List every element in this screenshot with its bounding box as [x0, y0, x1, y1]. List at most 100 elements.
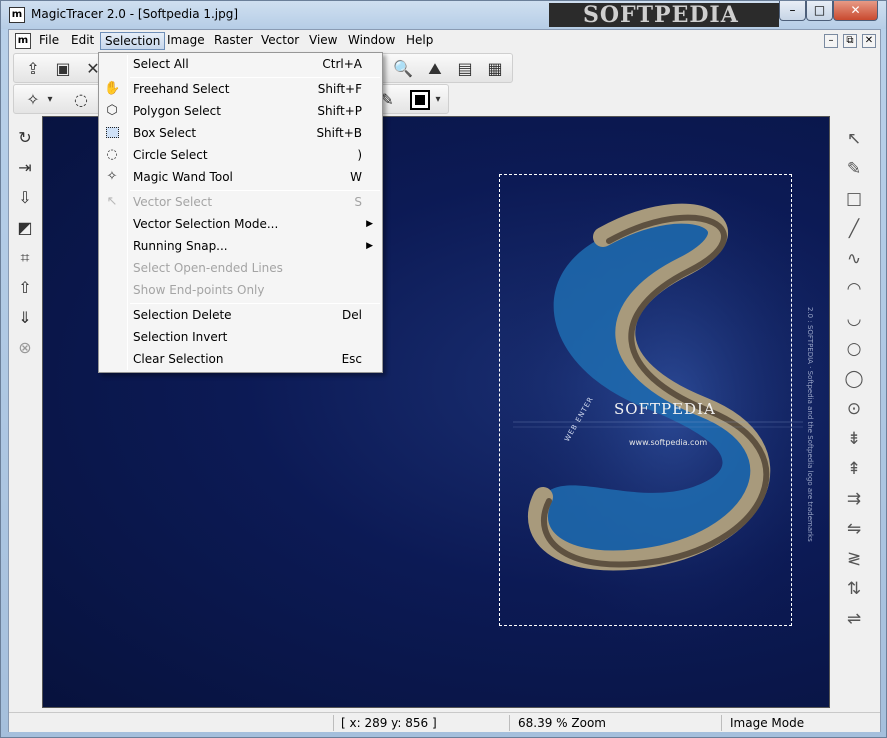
menu-image[interactable]: Image: [163, 32, 209, 50]
menu-item-shortcut: W: [350, 170, 362, 184]
circle-select-icon: ◌: [106, 147, 118, 162]
title-bar[interactable]: m MagicTracer 2.0 - [Softpedia 1.jpg] SO…: [1, 1, 886, 29]
menu-item-show-end-points-only: Show End-points Only: [101, 279, 380, 301]
layers-icon[interactable]: ▤: [454, 58, 476, 80]
menu-item-shortcut: Ctrl+A: [322, 57, 362, 71]
curve-icon[interactable]: ∿: [841, 246, 867, 272]
menu-file[interactable]: File: [35, 32, 63, 50]
fill-icon[interactable]: ◩: [13, 216, 37, 240]
menu-item-circle-select[interactable]: ◌ Circle Select ): [101, 144, 380, 166]
app-icon[interactable]: m: [9, 7, 25, 23]
menu-item-label: Vector Select: [133, 195, 213, 209]
menu-item-polygon-select[interactable]: ⬡ Polygon Select Shift+P: [101, 100, 380, 122]
crop-icon[interactable]: ⌗: [13, 246, 37, 270]
menu-item-box-select[interactable]: Box Select Shift+B: [101, 122, 380, 144]
side-credit-text: 2.0 : SOFTPEDIA · Softpedia and the Soft…: [806, 307, 814, 542]
menu-item-magic-wand-tool[interactable]: ✧ Magic Wand Tool W: [101, 166, 380, 188]
menu-item-shortcut: Del: [342, 308, 362, 322]
grid-icon[interactable]: ▦: [484, 58, 506, 80]
menu-item-label: Circle Select: [133, 148, 208, 162]
menu-item-shortcut: Shift+P: [317, 104, 362, 118]
rectangle-icon[interactable]: □: [841, 186, 867, 212]
arc2-icon[interactable]: ◡: [841, 306, 867, 332]
menu-item-shortcut: S: [354, 195, 362, 209]
menu-item-label: Box Select: [133, 126, 197, 140]
menu-vector[interactable]: Vector: [257, 32, 303, 50]
selection-menu: Select All Ctrl+A ✋ Freehand Select Shif…: [98, 52, 383, 373]
freehand-icon[interactable]: ◌: [70, 89, 92, 111]
cancel-icon[interactable]: ⊗: [13, 336, 37, 360]
magic-wand-dropdown-icon[interactable]: ▾: [44, 89, 56, 111]
menu-item-selection-invert[interactable]: Selection Invert: [101, 326, 380, 348]
distribute-icon[interactable]: ⇌: [841, 606, 867, 632]
zoom-icon[interactable]: 🔍: [392, 58, 414, 80]
menu-item-freehand-select[interactable]: ✋ Freehand Select Shift+F: [101, 78, 380, 100]
rotate-icon[interactable]: ↻: [13, 126, 37, 150]
swap-icon[interactable]: ⇅: [841, 576, 867, 602]
menu-item-shortcut: Esc: [341, 352, 362, 366]
mdi-minimize-button[interactable]: –: [824, 34, 838, 48]
line-icon[interactable]: ╱: [841, 216, 867, 242]
join-icon[interactable]: ⇋: [841, 516, 867, 542]
close-button[interactable]: ✕: [833, 1, 878, 21]
menu-view[interactable]: View: [305, 32, 341, 50]
freehand-select-icon: ✋: [104, 81, 121, 96]
magic-wand-icon: ✧: [106, 169, 118, 184]
merge-icon[interactable]: ⇉: [841, 486, 867, 512]
circle2-icon[interactable]: ◯: [841, 366, 867, 392]
menu-item-label: Clear Selection: [133, 352, 224, 366]
menu-item-clear-selection[interactable]: Clear Selection Esc: [101, 348, 380, 370]
cursor-coordinates: [ x: 289 y: 856 ]: [341, 716, 437, 730]
left-tool-strip: ↻ ⇥ ⇩ ◩ ⌗ ⇧ ⇓ ⊗: [11, 118, 39, 710]
menu-item-shortcut: Shift+B: [316, 126, 362, 140]
maximize-button[interactable]: □: [806, 1, 833, 21]
menu-item-select-open-ended-lines: Select Open-ended Lines: [101, 257, 380, 279]
move-down-icon[interactable]: ⇓: [13, 306, 37, 330]
menu-item-label: Freehand Select: [133, 82, 230, 96]
vector-select-icon: ↖: [106, 194, 118, 209]
pencil-icon[interactable]: ✎: [841, 156, 867, 182]
box-select-icon: [106, 127, 119, 138]
import-icon[interactable]: ⇪: [22, 58, 44, 80]
app-window: m MagicTracer 2.0 - [Softpedia 1.jpg] SO…: [0, 0, 887, 738]
submenu-arrow-icon: ▶: [366, 219, 373, 229]
mdi-close-button[interactable]: ✕: [862, 34, 876, 48]
status-separator: [509, 715, 510, 731]
collapse-icon[interactable]: ≷: [841, 546, 867, 572]
menu-edit[interactable]: Edit: [67, 32, 98, 50]
menu-item-vector-selection-mode[interactable]: Vector Selection Mode... ▶: [101, 213, 380, 235]
raster-icon[interactable]: ⛰: [424, 58, 446, 80]
watermark: SOFTPEDIA: [549, 3, 779, 27]
save-icon[interactable]: ▣: [52, 58, 74, 80]
move-up-icon[interactable]: ⇧: [13, 276, 37, 300]
magic-wand-icon[interactable]: ✧: [22, 89, 44, 111]
brand-url: www.softpedia.com: [629, 438, 708, 447]
menu-item-label: Vector Selection Mode...: [133, 217, 279, 231]
menu-item-selection-delete[interactable]: Selection Delete Del: [101, 304, 380, 326]
flip-down-icon[interactable]: ⇩: [13, 186, 37, 210]
arc-icon[interactable]: ◠: [841, 276, 867, 302]
menu-item-running-snap[interactable]: Running Snap... ▶: [101, 235, 380, 257]
menu-raster[interactable]: Raster: [210, 32, 257, 50]
right-tool-strip: ↖ ✎ □ ╱ ∿ ◠ ◡ ○ ◯ ⊙ ⇟ ⇞ ⇉ ⇋ ≷ ⇅ ⇌: [835, 118, 879, 710]
menu-item-vector-select: ↖ Vector Select S: [101, 191, 380, 213]
menu-help[interactable]: Help: [402, 32, 437, 50]
menu-selection[interactable]: Selection: [100, 32, 166, 50]
export-icon[interactable]: ⇥: [13, 156, 37, 180]
brand-text: SOFTPEDIA: [614, 400, 716, 418]
document-icon[interactable]: m: [15, 33, 31, 49]
menu-window[interactable]: Window: [344, 32, 399, 50]
color-swatch[interactable]: [410, 90, 430, 110]
color-dropdown-icon[interactable]: ▾: [432, 89, 444, 111]
minimize-button[interactable]: –: [779, 1, 806, 21]
align-bottom-icon[interactable]: ⇞: [841, 456, 867, 482]
mdi-restore-button[interactable]: ⧉: [843, 34, 857, 48]
menu-item-select-all[interactable]: Select All Ctrl+A: [101, 53, 380, 75]
status-bar: [ x: 289 y: 856 ] 68.39 % Zoom Image Mod…: [9, 712, 880, 732]
circle-icon[interactable]: ○: [841, 336, 867, 362]
pointer-icon[interactable]: ↖: [841, 126, 867, 152]
circle-point-icon[interactable]: ⊙: [841, 396, 867, 422]
align-top-icon[interactable]: ⇟: [841, 426, 867, 452]
window-title: MagicTracer 2.0 - [Softpedia 1.jpg]: [31, 7, 239, 21]
menu-item-shortcut: ): [357, 148, 362, 162]
